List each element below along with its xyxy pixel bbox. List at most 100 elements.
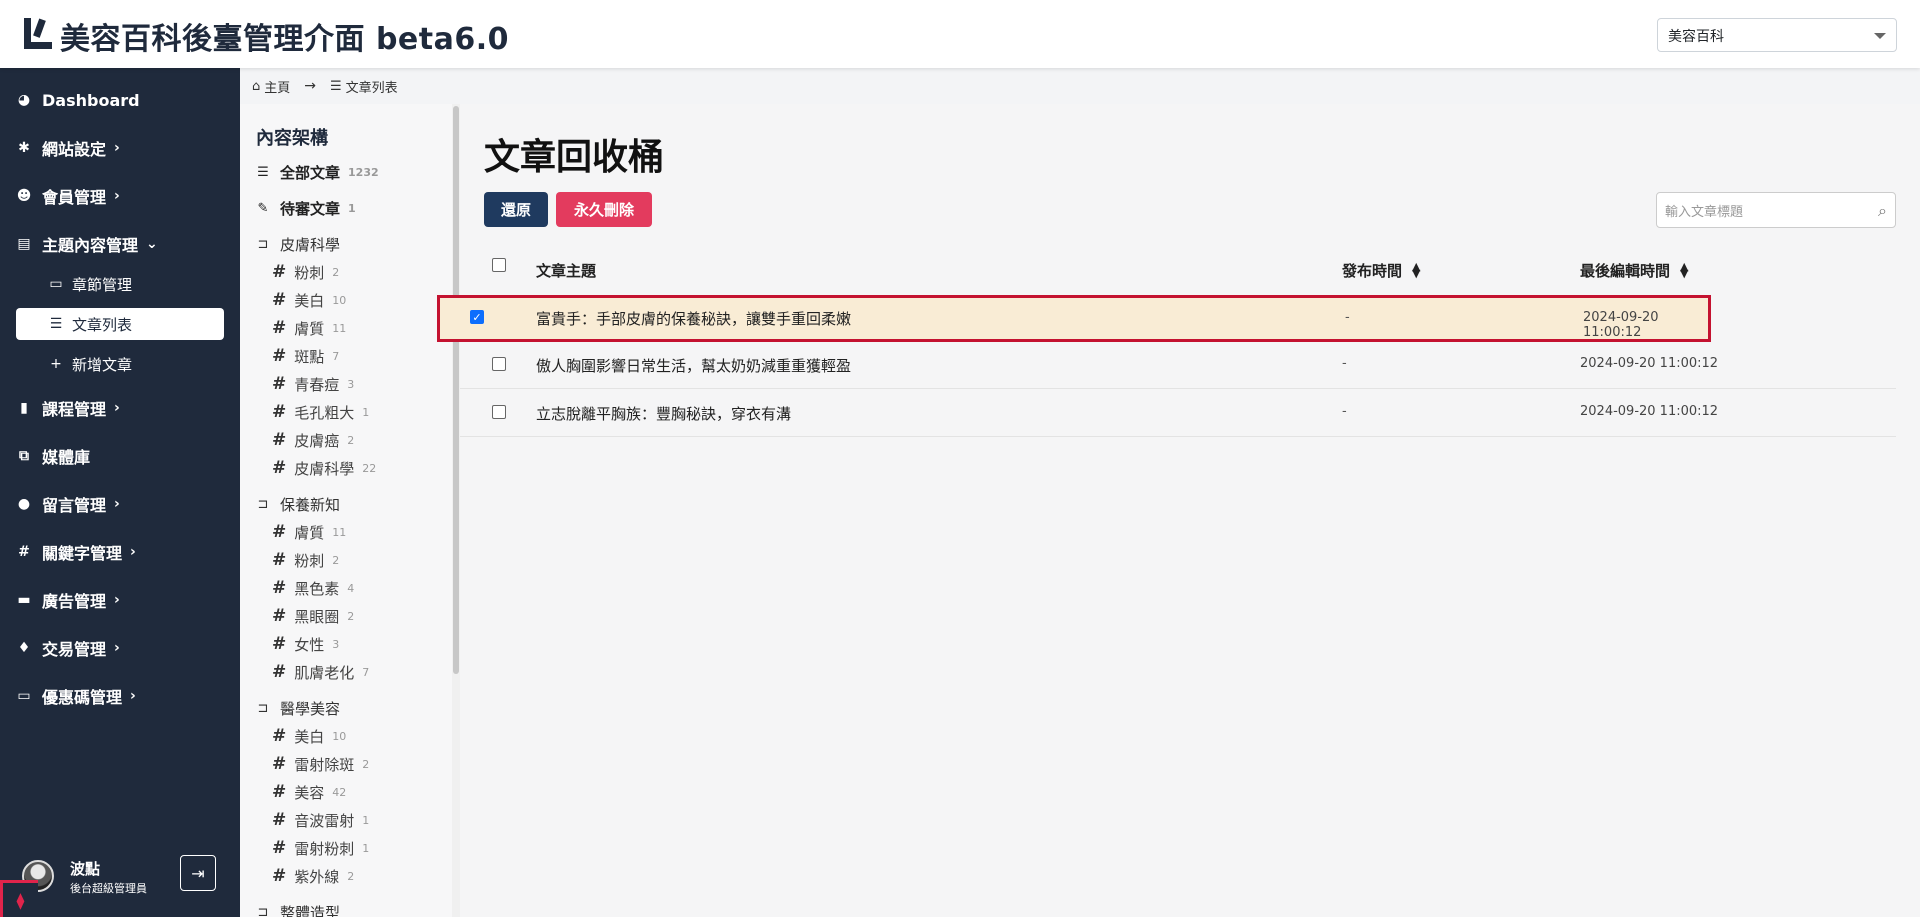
tag-count: 2 (362, 757, 370, 771)
tag-item[interactable]: # 皮膚科學 22 (272, 456, 376, 480)
category-group[interactable]: ⊐ 皮膚科學 (254, 232, 340, 256)
row-checkbox[interactable] (492, 405, 506, 419)
table-row[interactable]: 傲人胸圍影響日常生活，幫太奶奶減重重獲輕盈 - 2024-09-20 11:00… (460, 342, 1896, 389)
hashtag-icon: # (272, 550, 287, 570)
list-icon: ☰ (49, 316, 63, 332)
column-header-published[interactable]: 發布時間 ▲ ▼ (1342, 258, 1420, 282)
sidebar-item-site-settings[interactable]: ✱ 網站設定 › (0, 128, 240, 168)
sidebar-item-ads[interactable]: ▬ 廣告管理 › (0, 580, 240, 620)
sort-icon[interactable]: ▲ ▼ (1680, 261, 1688, 279)
comment-icon: ● (17, 496, 31, 512)
sidebar-item-new-article[interactable]: + 新增文章 (16, 348, 224, 380)
sidebar-item-transactions[interactable]: ♦ 交易管理 › (0, 628, 240, 668)
sidebar-item-keywords[interactable]: # 關鍵字管理 › (0, 532, 240, 572)
category-scrollbar-thumb[interactable] (453, 106, 459, 674)
tag-item[interactable]: # 音波雷射 1 (272, 808, 369, 832)
main-content: 文章回收桶 還原 永久刪除 輸入文章標題 ⌕ 文章主題 發布時間 ▲ ▼ 最後編輯… (437, 104, 1920, 917)
logout-button[interactable]: ⇥ (180, 855, 216, 891)
book-icon: ▮ (20, 400, 28, 416)
sort-icon[interactable]: ▲ ▼ (1412, 261, 1420, 279)
tag-item[interactable]: # 美容 42 (272, 780, 346, 804)
tag-item[interactable]: # 雷射粉刺 1 (272, 836, 369, 860)
content-structure-panel: 內容架構 ☰ 全部文章 1232 ✎ 待審文章 1 ⊐ 皮膚科學 # 粉刺 2 # 美… (240, 104, 460, 917)
row-published: - (1342, 404, 1347, 419)
sidebar-item-label: 課程管理 (42, 400, 107, 419)
restore-button[interactable]: 還原 (484, 192, 548, 227)
sidebar-item-members[interactable]: ☻ 會員管理 › (0, 176, 240, 216)
tag-item[interactable]: # 斑點 7 (272, 344, 339, 368)
tag-item[interactable]: # 粉刺 2 (272, 260, 339, 284)
site-select[interactable]: 美容百科 (1657, 18, 1897, 52)
search-icon[interactable]: ⌕ (1878, 201, 1887, 221)
hashtag-icon: # (272, 402, 287, 422)
tag-item[interactable]: # 黑色素 4 (272, 576, 354, 600)
hashtag-icon: # (272, 262, 287, 282)
hashtag-icon: # (272, 578, 287, 598)
tag-count: 11 (332, 321, 347, 335)
table-row[interactable]: ✓ 富貴手：手部皮膚的保養秘訣，讓雙手重回柔嫩 - 2024-09-20 11:… (437, 295, 1711, 342)
tag-item[interactable]: # 雷射除斑 2 (272, 752, 369, 776)
tag-label: 皮膚科學 (294, 459, 355, 478)
tag-item[interactable]: # 紫外線 2 (272, 864, 354, 888)
sidebar-item-comments[interactable]: ● 留言管理 › (0, 484, 240, 524)
sidebar-item-label: 章節管理 (72, 275, 133, 294)
tag-item[interactable]: # 肌膚老化 7 (272, 660, 369, 684)
all-articles-item[interactable]: ☰ 全部文章 1232 (254, 160, 378, 184)
tag-item[interactable]: # 毛孔粗大 1 (272, 400, 369, 424)
tag-count: 2 (347, 433, 355, 447)
money-bag-icon: ♦ (17, 640, 31, 656)
breadcrumb: ⌂ 主頁 → ☰ 文章列表 (240, 68, 1920, 104)
pending-articles-item[interactable]: ✎ 待審文章 1 (254, 196, 356, 220)
pending-articles-label: 待審文章 (280, 199, 341, 218)
column-header-edited[interactable]: 最後編輯時間 ▲ ▼ (1580, 258, 1688, 282)
search-input[interactable]: 輸入文章標題 ⌕ (1656, 192, 1896, 228)
permanent-delete-button[interactable]: 永久刪除 (556, 192, 652, 227)
category-group[interactable]: ⊐ 保養新知 (254, 492, 340, 516)
sidebar-item-chapters[interactable]: ▭ 章節管理 (16, 268, 224, 300)
chevron-right-icon: › (130, 688, 136, 704)
tag-count: 1 (362, 841, 370, 855)
chevron-right-icon: › (114, 140, 120, 156)
folder-open-icon: ⊐ (257, 700, 269, 716)
home-icon: ⌂ (252, 78, 261, 94)
chevron-right-icon: › (114, 400, 120, 416)
chevron-right-icon: › (114, 496, 120, 512)
dashboard-icon: ◕ (17, 92, 31, 108)
sidebar-item-content[interactable]: ▤ 主題內容管理 ⌄ (0, 224, 240, 264)
tag-item[interactable]: # 青春痘 3 (272, 372, 354, 396)
tag-count: 10 (332, 293, 347, 307)
tag-item[interactable]: # 女性 3 (272, 632, 339, 656)
user-role: 後台超級管理員 (70, 882, 147, 895)
ad-icon: ▬ (17, 592, 31, 608)
tag-item[interactable]: # 美白 10 (272, 724, 346, 748)
tag-item[interactable]: # 膚質 11 (272, 520, 346, 544)
breadcrumb-home[interactable]: ⌂ 主頁 (252, 77, 290, 96)
tag-count: 1 (362, 405, 370, 419)
row-checkbox[interactable] (492, 357, 506, 371)
category-group[interactable]: ⊐ 醫學美容 (254, 696, 340, 720)
tag-item[interactable]: # 粉刺 2 (272, 548, 339, 572)
tag-item[interactable]: # 皮膚癌 2 (272, 428, 354, 452)
tag-item[interactable]: # 膚質 11 (272, 316, 346, 340)
tag-label: 毛孔粗大 (294, 403, 355, 422)
sidebar-item-coupons[interactable]: ▭ 優惠碼管理 › (0, 676, 240, 716)
category-group[interactable]: ⊐ 整體造型 (254, 900, 340, 917)
table-row[interactable]: 立志脫離平胸族：豐胸秘訣，穿衣有溝 - 2024-09-20 11:00:12 (460, 390, 1896, 437)
select-all-checkbox[interactable] (492, 258, 506, 272)
row-edited: 2024-09-20 11:00:12 (1580, 356, 1719, 371)
sidebar-item-dashboard[interactable]: ◕ Dashboard (0, 80, 240, 120)
tag-item[interactable]: # 美白 10 (272, 288, 346, 312)
row-checkbox[interactable]: ✓ (470, 310, 484, 324)
sidebar-item-courses[interactable]: ▮ 課程管理 › (0, 388, 240, 428)
tag-count: 10 (332, 729, 347, 743)
sidebar-item-article-list[interactable]: ☰ 文章列表 (16, 308, 224, 340)
sidebar-item-media[interactable]: ⧉ 媒體庫 (0, 436, 240, 476)
hashtag-icon: # (272, 810, 287, 830)
hashtag-icon: # (272, 346, 287, 366)
hashtag-icon: # (272, 754, 287, 774)
arrow-right-icon: → (304, 78, 317, 94)
list-icon: ☰ (330, 78, 342, 94)
hashtag-icon: # (272, 726, 287, 746)
tag-label: 紫外線 (294, 867, 340, 886)
tag-item[interactable]: # 黑眼圈 2 (272, 604, 354, 628)
